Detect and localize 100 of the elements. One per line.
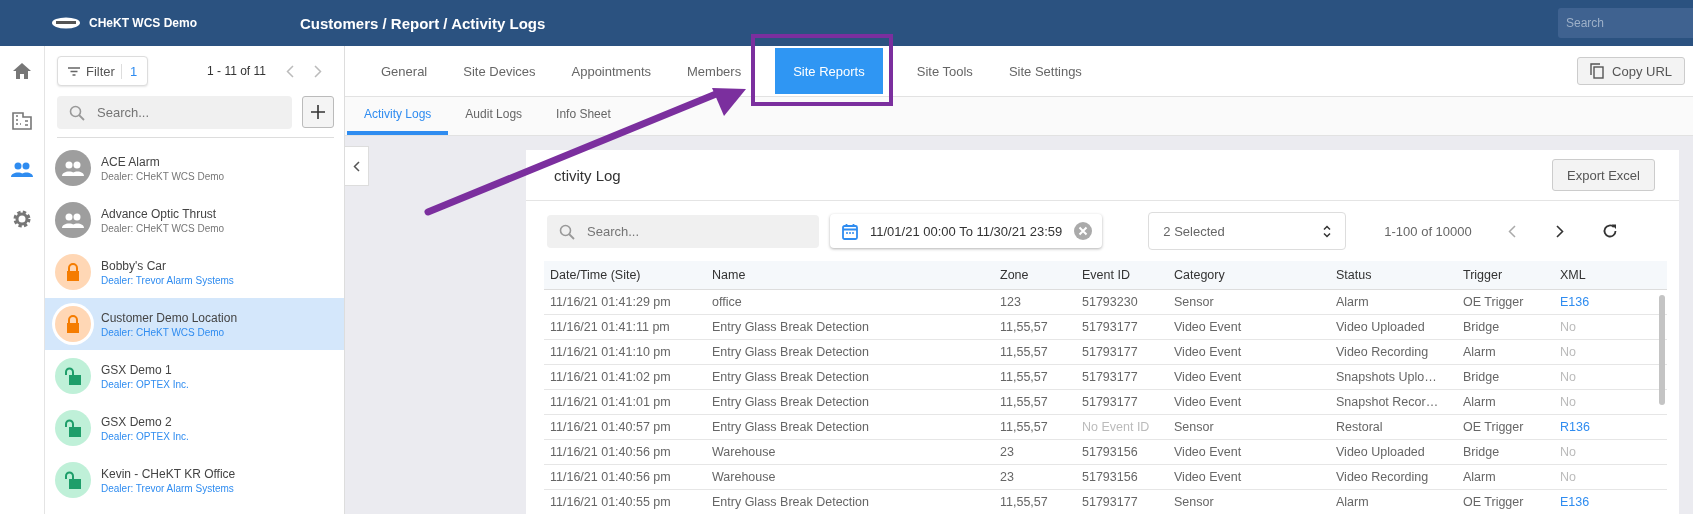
table-cell: Sensor bbox=[1168, 289, 1330, 315]
people-icon bbox=[11, 162, 33, 177]
table-cell: 11/16/21 01:41:29 pm bbox=[544, 289, 706, 315]
tab[interactable]: Appointments bbox=[553, 48, 669, 94]
unlocked-lock-icon bbox=[64, 471, 82, 489]
category-select[interactable]: 2 Selected bbox=[1148, 212, 1347, 250]
table-cell: Video Event bbox=[1168, 314, 1330, 340]
customer-item[interactable]: ACE Alarm Dealer: CHeKT WCS Demo bbox=[45, 142, 344, 194]
dealer-name[interactable]: Dealer: OPTEX Inc. bbox=[101, 378, 189, 390]
column-header: XML bbox=[1554, 261, 1667, 290]
nav-item[interactable] bbox=[12, 209, 32, 229]
search-field[interactable]: Search... bbox=[547, 214, 819, 248]
table-cell: Video Event bbox=[1168, 439, 1330, 465]
table-cell: Entry Glass Break Detection bbox=[706, 414, 994, 440]
table-cell: 11/16/21 01:40:56 pm bbox=[544, 439, 706, 465]
table-cell: 51793177 bbox=[1076, 389, 1168, 415]
xml-link[interactable]: E136 bbox=[1554, 489, 1667, 514]
table-cell: Warehouse bbox=[706, 464, 994, 490]
customer-item[interactable]: Bobby's Car Dealer: Trevor Alarm Systems bbox=[45, 246, 344, 298]
dealer-name[interactable]: Dealer: Trevor Alarm Systems bbox=[101, 274, 234, 286]
refresh-icon[interactable] bbox=[1601, 223, 1618, 239]
lock-icon bbox=[66, 315, 80, 333]
tab[interactable]: Site Reports bbox=[775, 48, 883, 94]
customer-item[interactable]: GSX Demo 1 Dealer: OPTEX Inc. bbox=[45, 350, 344, 402]
dealer-name[interactable]: Dealer: OPTEX Inc. bbox=[101, 430, 189, 442]
table-cell: 23 bbox=[994, 464, 1076, 490]
table-cell: Bridge bbox=[1457, 439, 1554, 465]
table-cell: Alarm bbox=[1330, 289, 1457, 315]
table-cell: 51793156 bbox=[1076, 439, 1168, 465]
tab[interactable]: Site Tools bbox=[898, 48, 991, 94]
customer-name: ACE Alarm bbox=[101, 154, 161, 169]
table-cell: Warehouse bbox=[706, 439, 994, 465]
column-header: Category bbox=[1168, 261, 1330, 290]
sub-tab[interactable]: Audit Logs bbox=[448, 97, 540, 135]
table-cell: No bbox=[1554, 439, 1667, 465]
table-cell: 51793177 bbox=[1076, 364, 1168, 390]
table-cell: Entry Glass Break Detection bbox=[706, 389, 994, 415]
customer-item[interactable]: Advance Optic Thrust Dealer: CHeKT WCS Demo bbox=[45, 194, 344, 246]
table-cell: Entry Glass Break Detection bbox=[706, 339, 994, 365]
tab[interactable]: Site Devices bbox=[445, 48, 554, 94]
scrollbar[interactable] bbox=[1659, 295, 1665, 405]
copy-url-button[interactable]: Copy URL bbox=[1577, 57, 1685, 85]
search-field[interactable]: Search bbox=[1558, 8, 1693, 38]
clear-icon[interactable] bbox=[1074, 222, 1093, 240]
sub-tab[interactable]: Info Sheet bbox=[539, 97, 628, 135]
table-cell: 51793177 bbox=[1076, 489, 1168, 514]
column-header: Zone bbox=[994, 261, 1076, 290]
table-cell: 11/16/21 01:40:57 pm bbox=[544, 414, 706, 440]
export-excel-button[interactable]: Export Excel bbox=[1552, 159, 1655, 191]
column-header: Status bbox=[1330, 261, 1457, 290]
collapse-button[interactable] bbox=[345, 146, 369, 186]
customer-name: Advance Optic Thrust bbox=[101, 206, 218, 221]
tab[interactable]: Members bbox=[669, 48, 760, 94]
table-cell: OE Trigger bbox=[1457, 414, 1554, 440]
xml-link[interactable]: R136 bbox=[1554, 414, 1667, 440]
next-page-icon[interactable] bbox=[1555, 224, 1564, 238]
pagination-text: 1 - 11 of 11 bbox=[207, 64, 266, 78]
filter-count: 1 bbox=[120, 63, 138, 79]
unlocked-lock-icon bbox=[64, 367, 82, 385]
table-cell: 11,55,57 bbox=[994, 364, 1076, 390]
customer-item[interactable]: GSX Demo 2 Dealer: OPTEX Inc. bbox=[45, 402, 344, 454]
table-cell: 11,55,57 bbox=[994, 314, 1076, 340]
tab[interactable]: General bbox=[363, 48, 446, 94]
table-cell: Video Uploaded bbox=[1330, 314, 1457, 340]
breadcrumb: Customers / Report / Activity Logs bbox=[300, 14, 547, 32]
table-cell: Entry Glass Break Detection bbox=[706, 489, 994, 514]
brand-name: CHeKT WCS Demo bbox=[89, 16, 197, 30]
customer-name: Kevin - CHeKT KR Office bbox=[101, 466, 236, 481]
customer-item[interactable]: Customer Demo Location Dealer: CHeKT WCS Demo bbox=[45, 298, 344, 350]
column-header: Trigger bbox=[1457, 261, 1554, 290]
table-cell: Bridge bbox=[1457, 364, 1554, 390]
customer-name: Bobby's Car bbox=[101, 258, 167, 273]
customer-item[interactable]: Kevin - CHeKT KR Office Dealer: Trevor Alarm Systems bbox=[45, 454, 344, 506]
date-range-field[interactable]: 11/01/21 00:00 To 11/30/21 23:59 bbox=[830, 214, 1103, 248]
column-header: Name bbox=[706, 261, 994, 290]
dealer-name[interactable]: Dealer: Trevor Alarm Systems bbox=[101, 482, 236, 494]
table-cell: 11,55,57 bbox=[994, 414, 1076, 440]
nav-item[interactable] bbox=[11, 162, 33, 177]
nav-item[interactable] bbox=[12, 112, 32, 130]
previous-page-icon[interactable] bbox=[286, 64, 294, 78]
table-cell: 11/16/21 01:41:10 pm bbox=[544, 339, 706, 365]
filter-button[interactable]: Filter 1 bbox=[57, 56, 149, 86]
table-cell: Snapshot Recor… bbox=[1330, 389, 1457, 415]
add-button[interactable] bbox=[302, 96, 334, 128]
search-field[interactable]: Search... bbox=[57, 96, 292, 129]
nav-item[interactable] bbox=[12, 62, 32, 80]
tab[interactable]: Site Settings bbox=[990, 48, 1100, 94]
previous-page-icon[interactable] bbox=[1507, 224, 1516, 238]
table-cell: 11/16/21 01:40:56 pm bbox=[544, 464, 706, 490]
filter-icon bbox=[68, 66, 80, 76]
table-cell: 23 bbox=[994, 439, 1076, 465]
building-icon bbox=[12, 112, 32, 130]
calendar-icon bbox=[842, 222, 858, 240]
plus-icon bbox=[311, 105, 325, 119]
table-cell: 11,55,57 bbox=[994, 489, 1076, 514]
table-cell: 11/16/21 01:41:02 pm bbox=[544, 364, 706, 390]
table-cell: Video Event bbox=[1168, 364, 1330, 390]
table-cell: Video Uploaded bbox=[1330, 439, 1457, 465]
table-cell: Entry Glass Break Detection bbox=[706, 364, 994, 390]
table-cell: Restoral bbox=[1330, 414, 1457, 440]
